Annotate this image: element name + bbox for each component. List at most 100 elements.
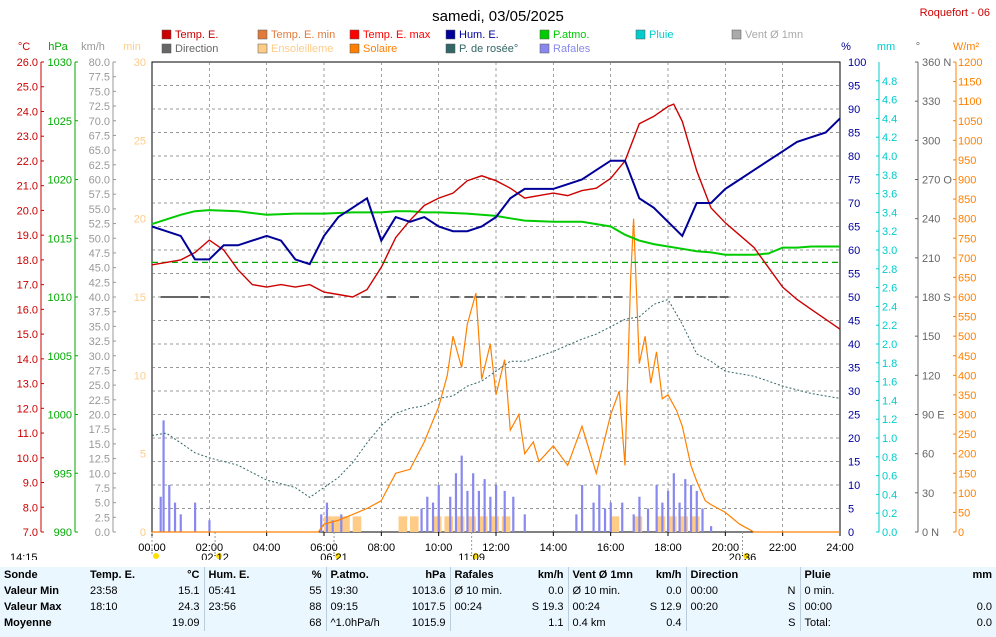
tick-label-solar: 650 xyxy=(958,272,976,284)
tick-label-rain: 2.2 xyxy=(882,320,897,332)
legend-item: Vent Ø 1mn xyxy=(731,29,803,41)
station-name: Roquefort - 06 xyxy=(920,7,990,19)
tick-label-rain: 0.6 xyxy=(882,471,897,483)
tick-label-wind: 62.5 xyxy=(89,160,110,172)
gust-bar xyxy=(168,485,171,532)
tick-label-wind: 32.5 xyxy=(89,336,110,348)
tick-label-rain: 1.6 xyxy=(882,377,897,389)
stats-cell xyxy=(86,615,146,631)
sunshine-bar xyxy=(501,516,511,532)
legend-item: Temp. E. max xyxy=(349,29,431,41)
stats-cell xyxy=(770,567,800,583)
tick-label-temp: 25.0 xyxy=(17,82,38,94)
legend-item: Direction xyxy=(161,43,218,55)
stats-cell: % xyxy=(311,569,322,581)
tick-label-solar: 600 xyxy=(958,292,976,304)
weather-chart: samedi, 03/05/2025 Roquefort - 06 Temp. … xyxy=(10,7,990,560)
stats-row: Valeur Max 18:10 24.3 23:56 88 09:15 1017.5 00:… xyxy=(0,599,996,615)
tick-label-dir: 0 N xyxy=(922,527,939,539)
unit-label-press: hPa xyxy=(48,41,68,53)
tick-label-sun: 30 xyxy=(134,57,146,69)
tick-label-wind: 70.0 xyxy=(89,116,110,128)
tick-label-temp: 26.0 xyxy=(17,57,38,69)
stats-cell: 00:00 xyxy=(685,583,770,599)
tick-label-wind: 40.0 xyxy=(89,292,110,304)
marker-time: 11:09 xyxy=(458,552,485,560)
gust-bar xyxy=(489,496,492,532)
tick-label-dir: 300 xyxy=(922,135,940,147)
tick-label-wind: 65.0 xyxy=(89,145,110,157)
tick-label-solar: 0 xyxy=(958,527,964,539)
gust-bar xyxy=(477,490,480,532)
gust-bar xyxy=(420,508,423,532)
marker-time: 20:36 xyxy=(729,552,757,560)
stats-cell: 1013.6 xyxy=(411,585,446,597)
tick-label-sun: 20 xyxy=(134,214,146,226)
tick-label-wind: 45.0 xyxy=(89,263,110,275)
x-tick-label: 10:00 xyxy=(425,542,453,554)
sunshine-bar xyxy=(478,516,488,532)
tick-label-wind: 30.0 xyxy=(89,351,110,363)
tick-label-rain: 4.0 xyxy=(882,151,897,163)
tick-label-wind: 0.0 xyxy=(95,527,110,539)
gust-bar xyxy=(431,502,435,532)
stats-cell: 15.1 xyxy=(178,585,200,597)
tick-label-press: 1025 xyxy=(48,116,72,128)
tick-label-wind: 15.0 xyxy=(89,439,110,451)
stats-cell: S 19.3 xyxy=(531,601,564,613)
tick-label-hum: 35 xyxy=(848,363,860,375)
stats-table: Sonde Temp. E. °C Hum. E.% P.atmo. hPa Rafales… xyxy=(0,567,996,631)
legend-swatch xyxy=(257,43,268,54)
gust-bar xyxy=(503,490,506,532)
legend-label: Solaire xyxy=(363,43,397,55)
gust-bar xyxy=(173,502,177,532)
stats-cell: 18:10 xyxy=(90,601,118,613)
sunshine-bar xyxy=(398,516,408,532)
gust-bar xyxy=(598,485,601,532)
tick-label-hum: 50 xyxy=(848,292,860,304)
gust-bar xyxy=(667,490,670,532)
sunshine-bar xyxy=(610,516,620,532)
gust-bar xyxy=(194,502,197,532)
stats-cell: 55 xyxy=(309,585,322,597)
tick-label-solar: 250 xyxy=(958,429,976,441)
tick-label-hum: 5 xyxy=(848,504,854,516)
x-tick-label: 04:00 xyxy=(253,542,281,554)
legend-swatch xyxy=(539,29,550,40)
stats-cell: S xyxy=(788,601,796,613)
tick-label-rain: 3.6 xyxy=(882,189,897,201)
stats-cell: ^1.0hPa/h xyxy=(325,615,394,631)
tick-label-solar: 300 xyxy=(958,410,976,422)
stats-cell: 88 xyxy=(309,601,322,613)
tick-label-wind: 22.5 xyxy=(89,395,110,407)
gust-bar xyxy=(483,479,486,532)
tick-label-rain: 2.6 xyxy=(882,283,897,295)
tick-label-sun: 0 xyxy=(140,527,146,539)
tick-label-dir: 240 xyxy=(922,214,940,226)
tick-label-wind: 47.5 xyxy=(89,248,110,260)
tick-label-rain: 2.0 xyxy=(882,339,897,351)
gust-bar xyxy=(523,514,526,532)
tick-label-dir: 360 N xyxy=(922,57,951,69)
tick-label-rain: 3.4 xyxy=(882,207,897,219)
unit-label-dir: ° xyxy=(916,41,920,53)
stats-row: Valeur Min 23:58 15.1 05:41 55 19:30 1013.6 Ø 1… xyxy=(0,583,996,599)
tick-label-hum: 15 xyxy=(848,457,860,469)
gust-bar xyxy=(512,496,515,532)
stats-panel: Sonde Temp. E. °C Hum. E.% P.atmo. hPa Rafales… xyxy=(0,567,996,637)
tick-label-wind: 5.0 xyxy=(95,498,110,510)
sunshine-bar xyxy=(432,516,442,532)
tick-label-hum: 100 xyxy=(848,57,866,69)
tick-label-temp: 9.0 xyxy=(23,478,38,490)
legend-swatch xyxy=(349,29,360,40)
stats-cell: 0.0 xyxy=(666,585,682,597)
stats-cell: hPa xyxy=(425,569,446,581)
tick-label-temp: 17.0 xyxy=(17,280,38,292)
stats-cell: mm xyxy=(972,569,992,581)
tick-label-dir: 30 xyxy=(922,488,934,500)
tick-label-temp: 21.0 xyxy=(17,181,38,193)
stats-cell: Direction xyxy=(685,567,770,583)
gust-bar xyxy=(581,485,584,532)
gust-bar xyxy=(449,496,452,532)
tick-label-dir: 180 S xyxy=(922,292,951,304)
